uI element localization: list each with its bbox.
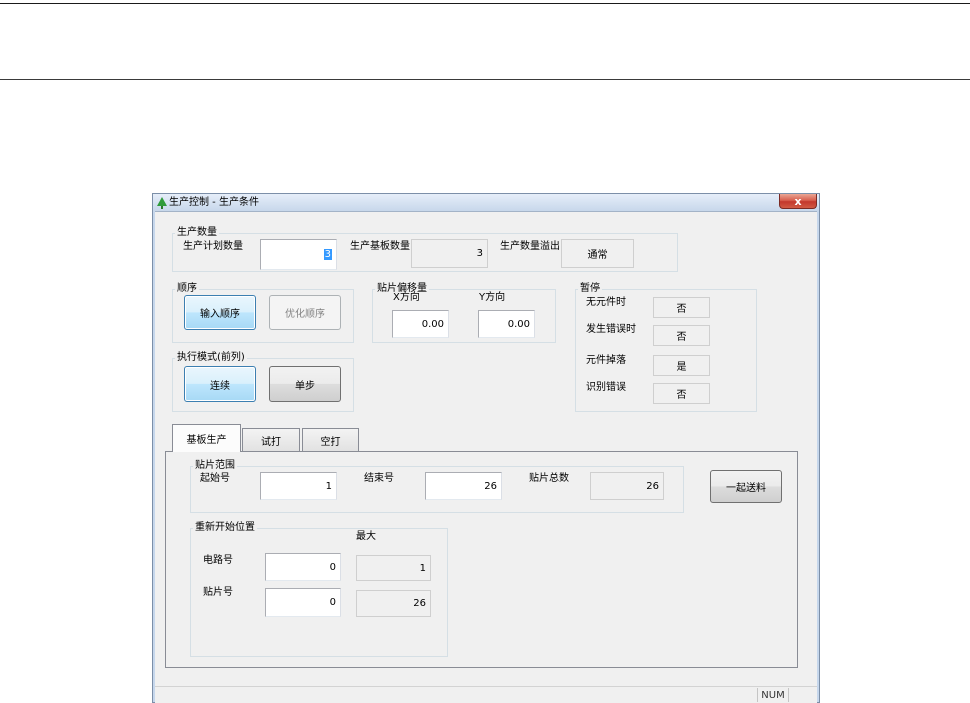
sequence-group-label: 顺序 (175, 283, 199, 295)
restart-position-group-label: 重新开始位置 (193, 522, 257, 534)
pause-group-label: 暂停 (578, 283, 602, 295)
tab-dry-run[interactable]: 空打 (302, 428, 359, 451)
pause-component-drop-label: 元件掉落 (586, 355, 626, 366)
production-count-group-label: 生产数量 (175, 227, 219, 239)
exec-mode-group-label: 执行模式(前列) (175, 352, 247, 364)
placement-number-input[interactable]: 0 (265, 588, 341, 617)
placement-range-group-label: 贴片范围 (193, 460, 237, 472)
pause-on-error-label: 发生错误时 (586, 324, 636, 335)
continuous-button[interactable]: 连续 (184, 366, 256, 402)
pause-on-error-value: 否 (653, 325, 710, 346)
production-condition-window: 生产控制 - 生产条件 x 生产数量 生产计划数量 3 生产基板数量 3 生产数… (152, 193, 820, 703)
placement-number-label: 贴片号 (203, 587, 233, 598)
planned-count-label: 生产计划数量 (183, 241, 243, 252)
tab-board-production[interactable]: 基板生产 (172, 424, 241, 452)
offset-y-label: Y方向 (479, 292, 506, 303)
start-number-label: 起始号 (200, 473, 230, 484)
count-overflow-value[interactable]: 通常 (561, 239, 634, 268)
pause-no-component-label: 无元件时 (586, 297, 626, 308)
placement-total-label: 贴片总数 (529, 473, 569, 484)
placement-number-max: 26 (356, 590, 431, 617)
pause-recognition-error-value: 否 (653, 383, 710, 404)
planned-count-input[interactable]: 3 (260, 239, 337, 270)
start-number-input[interactable]: 1 (260, 472, 337, 500)
close-button[interactable]: x (779, 194, 817, 209)
end-number-input[interactable]: 26 (425, 472, 502, 500)
close-icon: x (794, 194, 802, 208)
circuit-number-input[interactable]: 0 (265, 553, 341, 581)
title-bar[interactable]: 生产控制 - 生产条件 x (153, 194, 819, 211)
placement-total-value: 26 (590, 472, 664, 500)
input-order-button[interactable]: 输入顺序 (184, 295, 256, 330)
produced-boards-label: 生产基板数量 (350, 241, 410, 252)
offset-x-label: X方向 (393, 292, 420, 303)
offset-x-input[interactable]: 0.00 (392, 310, 449, 338)
pause-component-drop-value: 是 (653, 355, 710, 376)
app-icon (157, 197, 167, 209)
optimize-order-button[interactable]: 优化顺序 (269, 295, 341, 330)
planned-count-value: 3 (323, 249, 332, 260)
max-header-label: 最大 (356, 531, 376, 542)
offset-y-input[interactable]: 0.00 (478, 310, 535, 338)
feed-all-button[interactable]: 一起送料 (710, 470, 782, 503)
window-title: 生产控制 - 生产条件 (169, 197, 259, 208)
produced-boards-value: 3 (411, 239, 488, 268)
circuit-number-label: 电路号 (203, 555, 233, 566)
single-step-button[interactable]: 单步 (269, 366, 341, 402)
num-lock-indicator: NUM (757, 688, 789, 702)
top-divider-line (0, 3, 970, 4)
status-bar: NUM (155, 686, 817, 703)
pause-no-component-value: 否 (653, 297, 710, 318)
circuit-number-max: 1 (356, 555, 431, 581)
pause-recognition-error-label: 识别错误 (586, 382, 626, 393)
tab-trial-run[interactable]: 试打 (242, 428, 300, 451)
count-overflow-label: 生产数量溢出 (500, 241, 560, 252)
end-number-label: 结束号 (364, 473, 394, 484)
header-divider-line (0, 79, 970, 80)
